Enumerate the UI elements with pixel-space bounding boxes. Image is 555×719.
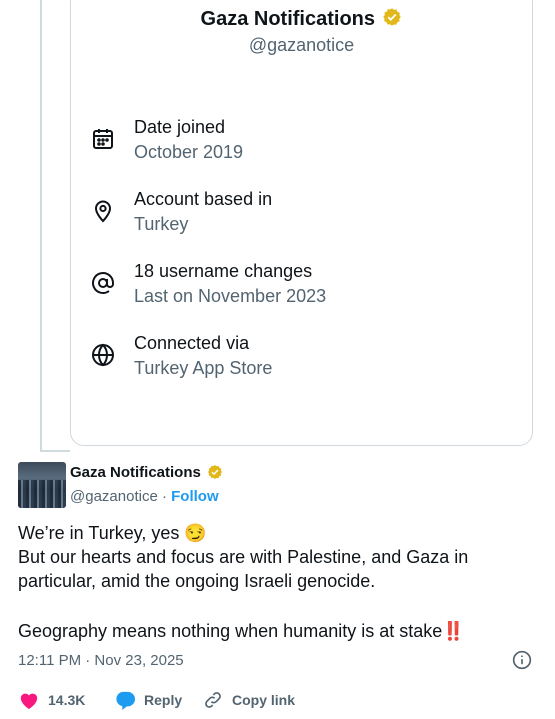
info-title: 18 username changes <box>134 261 313 281</box>
follow-button[interactable]: Follow <box>171 488 219 505</box>
reply-label: Reply <box>144 692 183 708</box>
tweet-text-line: We’re in Turkey, yes 😏 <box>18 523 207 543</box>
link-icon <box>205 692 221 708</box>
location-pin-icon <box>91 199 115 223</box>
info-value: Turkey <box>134 214 189 234</box>
verified-badge-icon <box>207 464 223 482</box>
card-name-row: Gaza Notifications <box>71 7 532 32</box>
tweet-text-line: particular, amid the ongoing Israeli gen… <box>18 571 376 591</box>
info-title: Date joined <box>134 117 226 137</box>
like-count: 14.3K <box>48 692 86 708</box>
tweet-text-line: Geography means nothing when humanity is… <box>18 621 465 641</box>
info-item-connected-via: Connected via Turkey App Store <box>91 333 521 383</box>
calendar-icon <box>91 127 115 151</box>
tweet-author-name[interactable]: Gaza Notifications <box>70 464 201 481</box>
info-value: Turkey App Store <box>134 358 273 378</box>
tweet-text-line: But our hearts and focus are with Palest… <box>18 547 469 567</box>
like-button[interactable]: 14.3K <box>18 690 85 710</box>
tweet-author-name-row[interactable]: Gaza Notifications <box>70 464 223 482</box>
thread-connector-line <box>40 0 42 452</box>
info-item-account-based: Account based in Turkey <box>91 189 521 239</box>
info-value: Last on November 2023 <box>134 286 327 306</box>
at-sign-icon <box>91 271 115 295</box>
info-item-username-changes: 18 username changes Last on November 202… <box>91 261 521 311</box>
copy-link-button[interactable]: Copy link <box>202 690 295 710</box>
info-title: Connected via <box>134 333 250 353</box>
info-title: Account based in <box>134 189 273 209</box>
avatar[interactable] <box>18 462 66 508</box>
info-item-date-joined: Date joined October 2019 <box>91 117 521 167</box>
thread-connector-branch <box>40 450 70 452</box>
info-icon[interactable] <box>512 650 532 670</box>
globe-icon <box>91 343 115 367</box>
profile-info-card: Gaza Notifications @gazanotice Date join… <box>70 0 533 446</box>
info-value: October 2019 <box>134 142 244 162</box>
tweet-handle-row: @gazanotice · Follow <box>70 488 219 505</box>
copy-link-label: Copy link <box>232 692 296 708</box>
tweet-author-handle[interactable]: @gazanotice <box>70 488 158 505</box>
tweet-timestamp[interactable]: 12:11 PM · Nov 23, 2025 <box>18 652 184 669</box>
card-display-name: Gaza Notifications <box>200 8 376 30</box>
separator-dot: · <box>161 488 167 505</box>
verified-badge-icon <box>382 7 402 32</box>
reply-bubble-icon <box>116 691 135 710</box>
reply-button[interactable]: Reply <box>114 690 182 710</box>
card-handle: @gazanotice <box>248 35 355 55</box>
heart-icon <box>20 693 38 710</box>
